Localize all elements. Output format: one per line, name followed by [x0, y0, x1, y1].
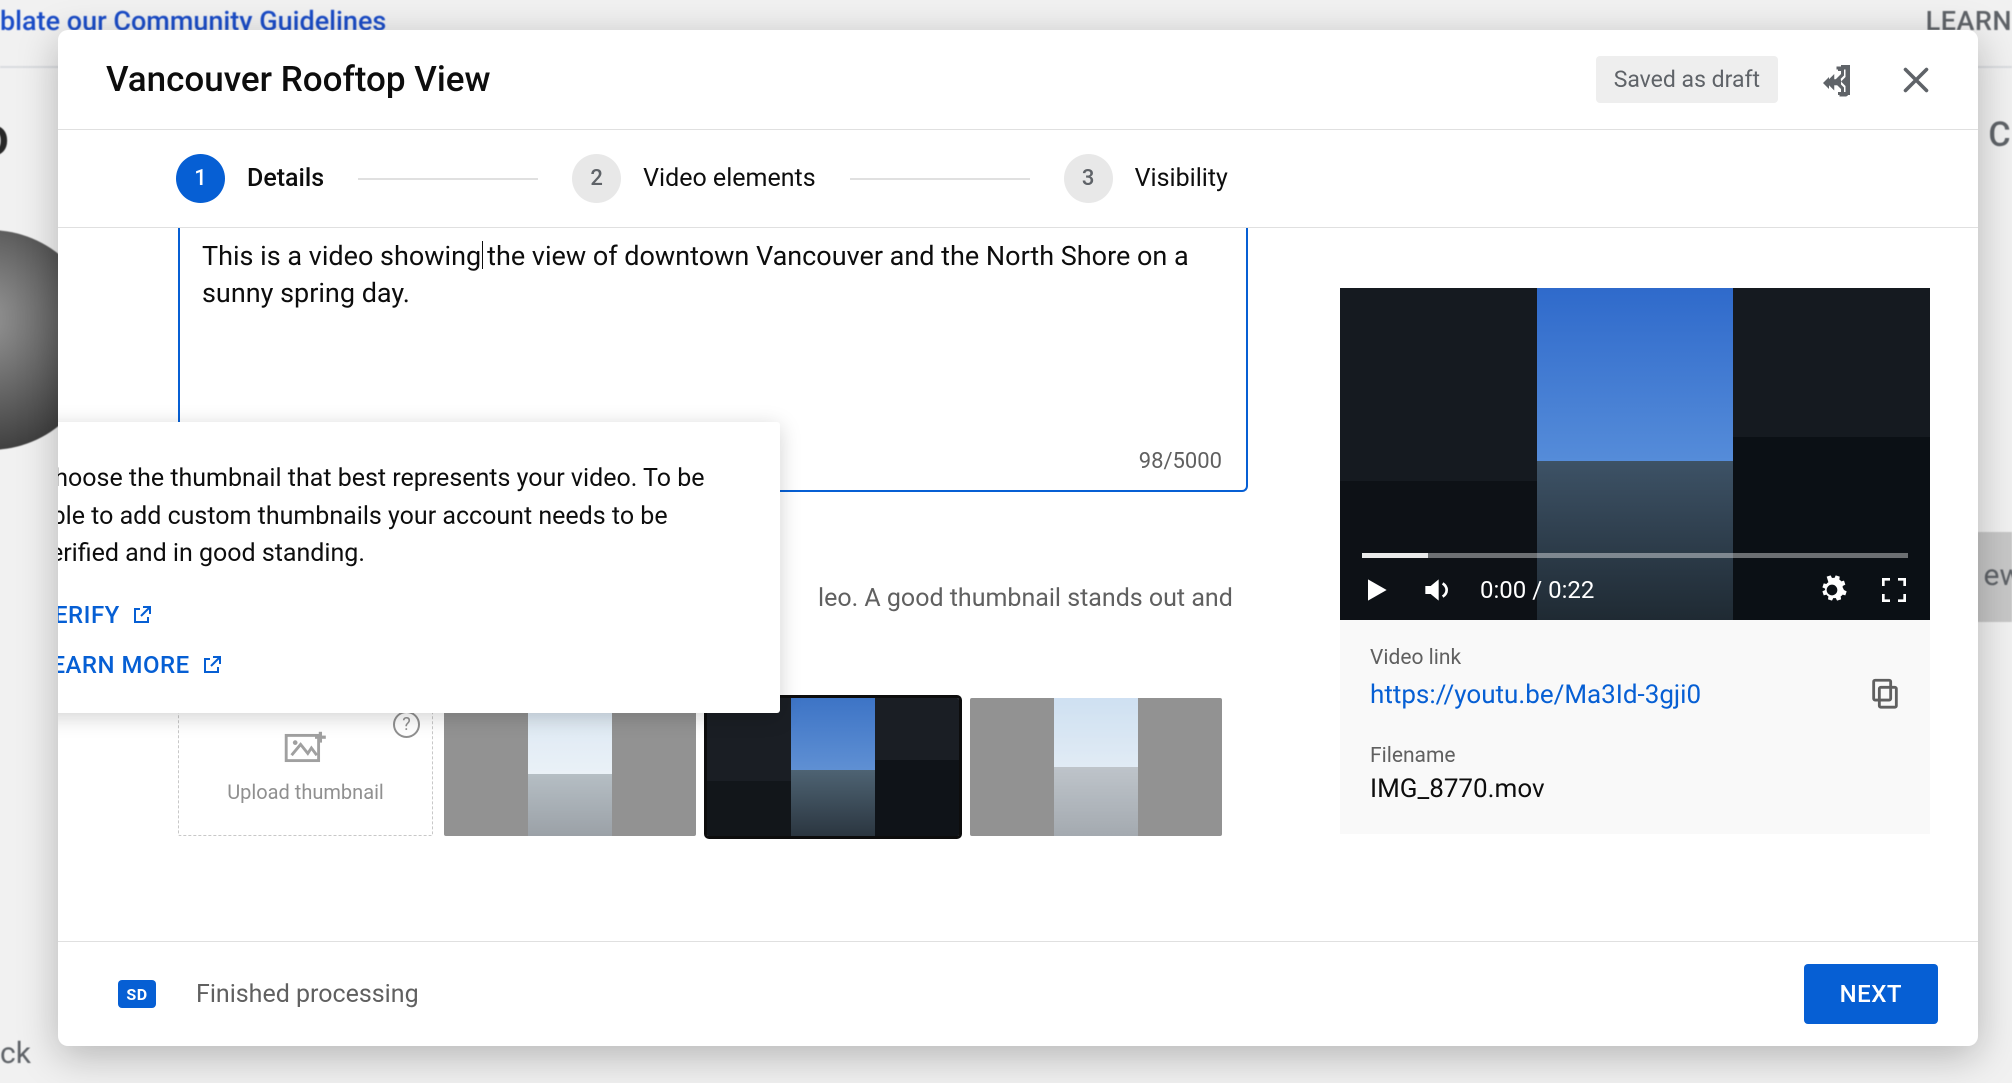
thumbnail-option-2[interactable]	[707, 698, 959, 836]
description-counter: 98/5000	[1139, 449, 1222, 474]
copy-icon	[1868, 676, 1902, 710]
modal-header: Vancouver Rooftop View Saved as draft	[58, 30, 1978, 129]
step-visibility[interactable]: 3 Visibility	[1064, 154, 1228, 203]
stepper: 1 Details 2 Video elements 3 Visibility	[58, 130, 1978, 227]
filename-label: Filename	[1370, 744, 1902, 768]
upload-thumbnail-button[interactable]: Upload thumbnail ?	[178, 698, 433, 836]
video-link[interactable]: https://youtu.be/Ma3Id-3gji0	[1370, 680, 1701, 710]
video-time: 0:00 / 0:22	[1480, 576, 1594, 604]
external-link-icon	[130, 603, 154, 627]
exit-icon[interactable]	[1816, 58, 1860, 102]
thumbnail-description-partial: leo. A good thumbnail stands out and	[818, 584, 1233, 613]
step-video-elements[interactable]: 2 Video elements	[572, 154, 815, 203]
thumbnail-option-3[interactable]	[970, 698, 1222, 836]
step-details[interactable]: 1 Details	[176, 154, 324, 203]
video-link-label: Video link	[1370, 646, 1902, 670]
tooltip-text: Choose the thumbnail that best represent…	[58, 460, 740, 573]
play-icon[interactable]	[1360, 574, 1392, 606]
copy-link-button[interactable]	[1868, 676, 1902, 714]
bg-cr: CR	[1988, 115, 2012, 155]
external-link-icon	[200, 653, 224, 677]
thumbnail-option-1[interactable]	[444, 698, 696, 836]
video-progress-bar[interactable]	[1362, 553, 1908, 558]
sd-badge: SD	[118, 980, 156, 1008]
video-preview-panel: 0:00 / 0:22 Video link https://youtu.be/…	[1340, 288, 1930, 834]
close-button[interactable]	[1894, 58, 1938, 102]
modal-title: Vancouver Rooftop View	[106, 59, 1596, 100]
thumbnail-row: Upload thumbnail ?	[178, 698, 1222, 836]
verify-link[interactable]: VERIFY	[58, 601, 154, 629]
fullscreen-icon[interactable]	[1878, 574, 1910, 606]
filename-value: IMG_8770.mov	[1370, 774, 1902, 804]
settings-icon[interactable]	[1816, 574, 1848, 606]
bg-studio: lio	[0, 105, 9, 169]
video-player[interactable]: 0:00 / 0:22	[1340, 288, 1930, 620]
bg-ck: ck	[0, 1036, 31, 1071]
next-button[interactable]: NEXT	[1804, 964, 1938, 1024]
processing-status: Finished processing	[196, 980, 419, 1009]
modal-body: This is a video showing the view of down…	[58, 228, 1978, 941]
volume-icon[interactable]	[1420, 574, 1452, 606]
save-status-chip: Saved as draft	[1596, 56, 1778, 103]
upload-modal: Vancouver Rooftop View Saved as draft 1 …	[58, 30, 1978, 1046]
modal-footer: SD Finished processing NEXT	[58, 942, 1978, 1046]
thumbnail-tooltip: Choose the thumbnail that best represent…	[58, 422, 780, 713]
learn-more-link[interactable]: LEARN MORE	[58, 651, 224, 679]
image-plus-icon	[284, 730, 328, 770]
bg-ew: ew	[1984, 558, 2012, 593]
help-icon[interactable]: ?	[393, 711, 420, 738]
preview-metadata: Video link https://youtu.be/Ma3Id-3gji0 …	[1340, 620, 1930, 834]
